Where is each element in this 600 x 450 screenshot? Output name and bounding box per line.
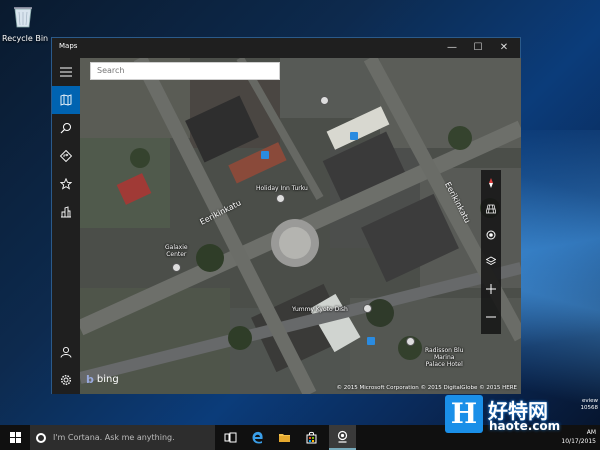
layers-icon <box>486 256 496 266</box>
store-icon <box>306 431 317 444</box>
bus-stop-icon[interactable] <box>350 132 358 140</box>
nav-settings[interactable] <box>52 366 80 394</box>
cortana-placeholder: I'm Cortana. Ask me anything. <box>53 433 175 442</box>
place-pin-icon[interactable] <box>406 337 415 346</box>
my-location-icon <box>486 230 496 240</box>
nav-map-view[interactable] <box>52 86 80 114</box>
my-location-button[interactable] <box>481 222 501 248</box>
bus-stop-icon[interactable] <box>367 337 375 345</box>
task-view-icon <box>224 432 237 443</box>
nav-sign-in[interactable] <box>52 338 80 366</box>
tilt-icon <box>486 204 496 214</box>
zoom-out-button[interactable] <box>481 304 501 330</box>
place-pin-icon[interactable] <box>172 263 181 272</box>
place-galaxie[interactable]: Galaxie Center <box>165 244 188 258</box>
watermark-url: haote.com <box>489 419 561 433</box>
title-bar[interactable]: Maps — ☐ ✕ <box>52 38 520 58</box>
place-yummy[interactable]: Yummy Kyoto Dish <box>292 306 348 313</box>
cortana-icon <box>36 432 46 443</box>
windows-logo-icon <box>9 432 21 443</box>
hamburger-menu-button[interactable] <box>52 58 80 86</box>
3d-cities-icon <box>61 206 71 218</box>
file-explorer-button[interactable] <box>271 425 298 450</box>
favorites-icon <box>60 178 72 190</box>
maps-window: Maps — ☐ ✕ Search Eerikinkatu Eerikinkat… <box>51 37 521 394</box>
place-holiday-inn[interactable]: Holiday Inn Turku <box>256 185 308 192</box>
search-input[interactable]: Search <box>90 62 280 80</box>
maximize-button[interactable]: ☐ <box>466 38 490 58</box>
zoom-in-icon <box>486 284 496 294</box>
settings-icon <box>60 374 72 386</box>
edge-icon <box>252 431 263 444</box>
maps-taskbar-button[interactable] <box>329 425 356 450</box>
app-title: Maps <box>59 42 78 50</box>
close-button[interactable]: ✕ <box>492 38 516 58</box>
zoom-in-button[interactable] <box>481 276 501 302</box>
nav-3d-cities[interactable] <box>52 198 80 226</box>
sign-in-icon <box>60 346 72 358</box>
layers-button[interactable] <box>481 248 501 274</box>
map-view-icon <box>60 94 72 106</box>
site-watermark: H 好特网 haote.com <box>442 393 600 443</box>
map-canvas[interactable]: Search Eerikinkatu Eerikinkatu Holiday I… <box>80 58 521 394</box>
cortana-search-box[interactable]: I'm Cortana. Ask me anything. <box>30 425 215 450</box>
store-button[interactable] <box>298 425 325 450</box>
bus-stop-icon[interactable] <box>261 151 269 159</box>
place-radisson[interactable]: Radisson Blu Marina Palace Hotel <box>425 347 463 368</box>
left-nav <box>52 58 80 394</box>
edge-button[interactable] <box>244 425 271 450</box>
search-icon <box>60 123 71 134</box>
nav-directions[interactable] <box>52 142 80 170</box>
start-button[interactable] <box>0 425 30 450</box>
recycle-bin[interactable]: Recycle Bin <box>2 4 49 43</box>
aerial-imagery <box>80 58 521 394</box>
maps-icon <box>337 430 348 443</box>
recycle-bin-label: Recycle Bin <box>2 34 49 43</box>
nav-search[interactable] <box>52 114 80 142</box>
recycle-bin-icon <box>14 7 32 28</box>
place-pin-icon[interactable] <box>363 304 372 313</box>
bing-b-icon: b <box>86 373 94 386</box>
nav-favorites[interactable] <box>52 170 80 198</box>
bing-label: bing <box>96 374 119 385</box>
minimize-button[interactable]: — <box>440 38 464 58</box>
compass-button[interactable] <box>481 170 501 196</box>
place-pin-icon[interactable] <box>320 96 329 105</box>
task-view-button[interactable] <box>217 425 244 450</box>
place-pin-icon[interactable] <box>276 194 285 203</box>
file-explorer-icon <box>279 434 290 442</box>
zoom-out-icon <box>486 316 496 318</box>
hamburger-icon <box>60 67 72 77</box>
map-copyright: © 2015 Microsoft Corporation © 2015 Digi… <box>336 385 517 391</box>
watermark-logo-icon: H <box>445 395 483 433</box>
tilt-button[interactable] <box>481 196 501 222</box>
compass-icon <box>489 178 493 188</box>
map-controls <box>481 170 501 334</box>
directions-icon <box>60 150 72 162</box>
bing-logo: b bing <box>86 373 119 386</box>
